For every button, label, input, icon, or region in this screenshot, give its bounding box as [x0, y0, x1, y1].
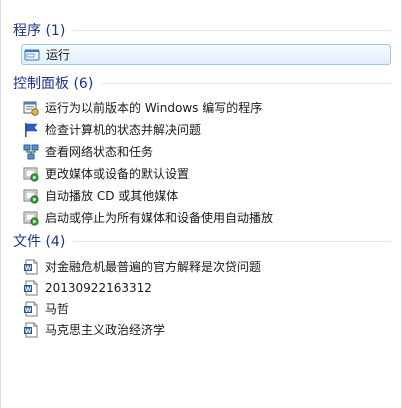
- word-document-icon: W: [23, 259, 39, 275]
- result-item-check-status[interactable]: 检查计算机的状态并解决问题: [23, 119, 391, 140]
- result-item-label: 自动播放 CD 或其他媒体: [45, 188, 179, 203]
- result-item-label: 检查计算机的状态并解决问题: [45, 122, 202, 137]
- result-item-label: 运行为以前版本的 Windows 编写的程序: [45, 100, 263, 115]
- section-header-programs[interactable]: 程序 (1): [13, 20, 393, 40]
- result-item-label: 更改媒体或设备的默认设置: [45, 166, 190, 181]
- result-item-file-3[interactable]: W 马哲: [23, 298, 391, 319]
- svg-text:W: W: [25, 327, 32, 334]
- word-document-icon: W: [23, 301, 39, 317]
- result-item-file-2[interactable]: W 20130922163312: [23, 277, 391, 298]
- section-divider: [101, 82, 391, 84]
- result-item-autoplay-cd[interactable]: 自动播放 CD 或其他媒体: [23, 185, 391, 206]
- section-divider: [73, 240, 391, 242]
- run-icon: [24, 47, 40, 63]
- result-item-network-status[interactable]: 查看网络状态和任务: [23, 141, 391, 162]
- result-item-label: 对金融危机最普遍的官方解释是次贷问题: [45, 259, 262, 274]
- result-item-label: 20130922163312: [45, 280, 152, 295]
- section-title: 程序 (1): [13, 23, 66, 39]
- autoplay-icon: [23, 166, 39, 182]
- compat-program-icon: [23, 100, 39, 116]
- result-item-change-media-defaults[interactable]: 更改媒体或设备的默认设置: [23, 163, 391, 184]
- result-item-label: 查看网络状态和任务: [45, 144, 154, 159]
- svg-text:W: W: [25, 306, 32, 313]
- result-item-file-1[interactable]: W 对金融危机最普遍的官方解释是次贷问题: [23, 256, 391, 277]
- result-item-compatibility[interactable]: 运行为以前版本的 Windows 编写的程序: [23, 97, 391, 118]
- svg-text:W: W: [25, 264, 32, 271]
- result-item-label: 运行: [46, 47, 71, 62]
- section-divider: [73, 29, 391, 31]
- autoplay-icon: [23, 188, 39, 204]
- section-title: 文件 (4): [13, 234, 66, 250]
- start-search-results-panel: 程序 (1) 运行 控制面板 (6) 运行为以前版本的 Windows 编写的程…: [0, 0, 402, 408]
- flag-icon: [23, 122, 39, 138]
- network-icon: [23, 144, 39, 160]
- word-document-icon: W: [23, 280, 39, 296]
- result-item-label: 启动或停止为所有媒体和设备使用自动播放: [45, 210, 274, 225]
- section-header-files[interactable]: 文件 (4): [13, 231, 393, 251]
- result-item-label: 马克思主义政治经济学: [45, 322, 166, 337]
- word-document-icon: W: [23, 322, 39, 338]
- svg-text:W: W: [25, 285, 32, 292]
- autoplay-icon: [23, 210, 39, 226]
- result-item-toggle-autoplay[interactable]: 启动或停止为所有媒体和设备使用自动播放: [23, 207, 391, 228]
- result-item-run[interactable]: 运行: [21, 44, 391, 65]
- section-header-control-panel[interactable]: 控制面板 (6): [13, 73, 393, 93]
- result-item-file-4[interactable]: W 马克思主义政治经济学: [23, 319, 391, 340]
- result-item-label: 马哲: [45, 301, 70, 316]
- section-title: 控制面板 (6): [13, 76, 94, 92]
